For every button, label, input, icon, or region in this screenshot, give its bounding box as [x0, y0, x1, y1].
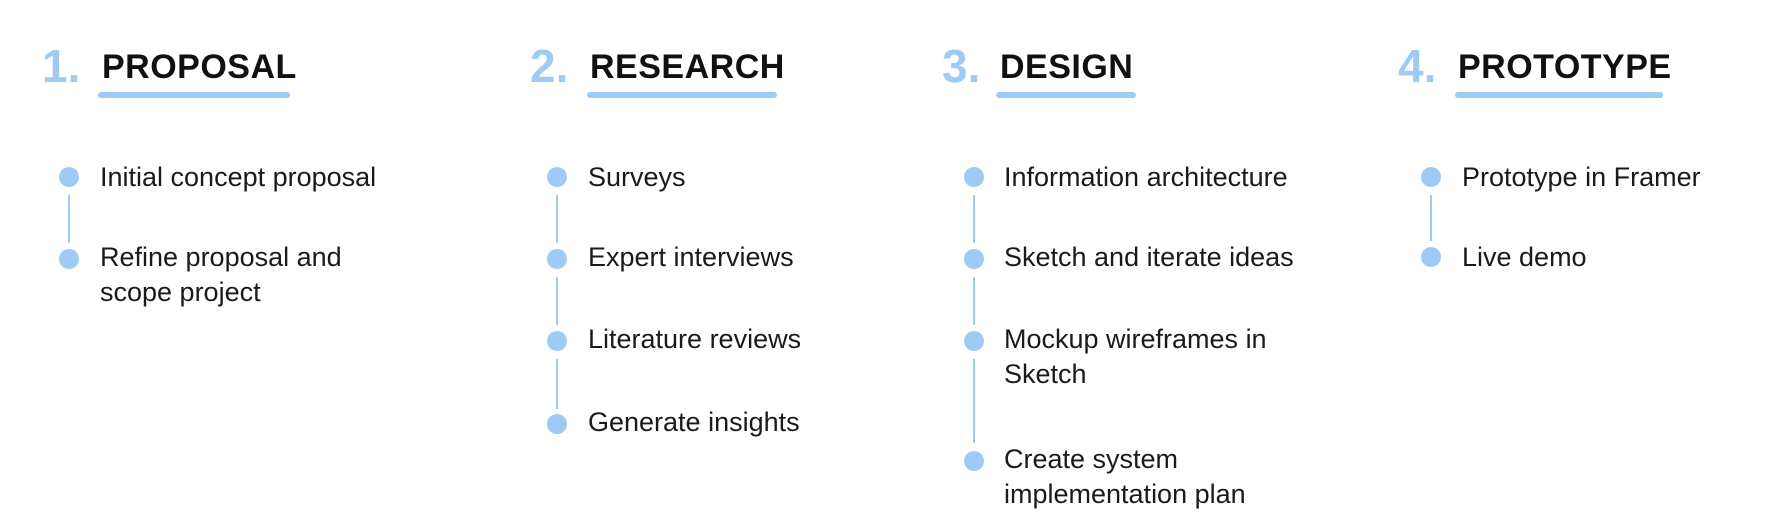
phase-number: 1.	[42, 40, 81, 92]
step-label: Prototype in Framer	[1462, 162, 1701, 192]
step-label: Live demo	[1462, 242, 1587, 272]
phase-title: DESIGN	[1000, 48, 1134, 86]
step-bullet	[547, 414, 567, 434]
step-bullet	[964, 451, 984, 471]
phase-underline	[587, 92, 777, 98]
step-bullet	[547, 249, 567, 269]
step-connector	[556, 359, 558, 409]
step-connector	[556, 195, 558, 243]
step-bullet	[1421, 247, 1441, 267]
step-bullet	[59, 167, 79, 187]
step-connector	[1430, 195, 1432, 241]
step-connector	[973, 195, 975, 243]
step-connector	[973, 359, 975, 443]
phase-title: PROPOSAL	[102, 48, 297, 86]
phase-underline	[98, 92, 290, 98]
step-label: Initial concept proposal	[100, 162, 377, 192]
step-label: Generate insights	[588, 407, 800, 437]
phase-underline	[996, 92, 1136, 98]
step-label: Refine proposal and scope project	[100, 242, 342, 307]
step-connector	[556, 277, 558, 325]
step-label: Information architecture	[1004, 162, 1288, 192]
step-label: Surveys	[588, 162, 686, 192]
step-label: Mockup wireframes in Sketch	[1004, 324, 1267, 389]
phase-number: 4.	[1398, 40, 1437, 92]
step-connector	[68, 195, 70, 243]
step-bullet	[964, 167, 984, 187]
step-label: Expert interviews	[588, 242, 794, 272]
phase-title: RESEARCH	[590, 48, 785, 86]
step-bullet	[547, 331, 567, 351]
phase-title: PROTOTYPE	[1458, 48, 1672, 86]
step-bullet	[547, 167, 567, 187]
phase-number: 3.	[942, 40, 981, 92]
step-bullet	[964, 249, 984, 269]
step-label: Literature reviews	[588, 324, 802, 354]
step-label: Sketch and iterate ideas	[1004, 242, 1294, 272]
step-bullet	[59, 249, 79, 269]
step-bullet	[964, 331, 984, 351]
step-label: Create system implementation plan	[1004, 444, 1246, 509]
step-connector	[973, 277, 975, 325]
phase-underline	[1455, 92, 1663, 98]
step-bullet	[1421, 167, 1441, 187]
phase-number: 2.	[530, 40, 569, 92]
